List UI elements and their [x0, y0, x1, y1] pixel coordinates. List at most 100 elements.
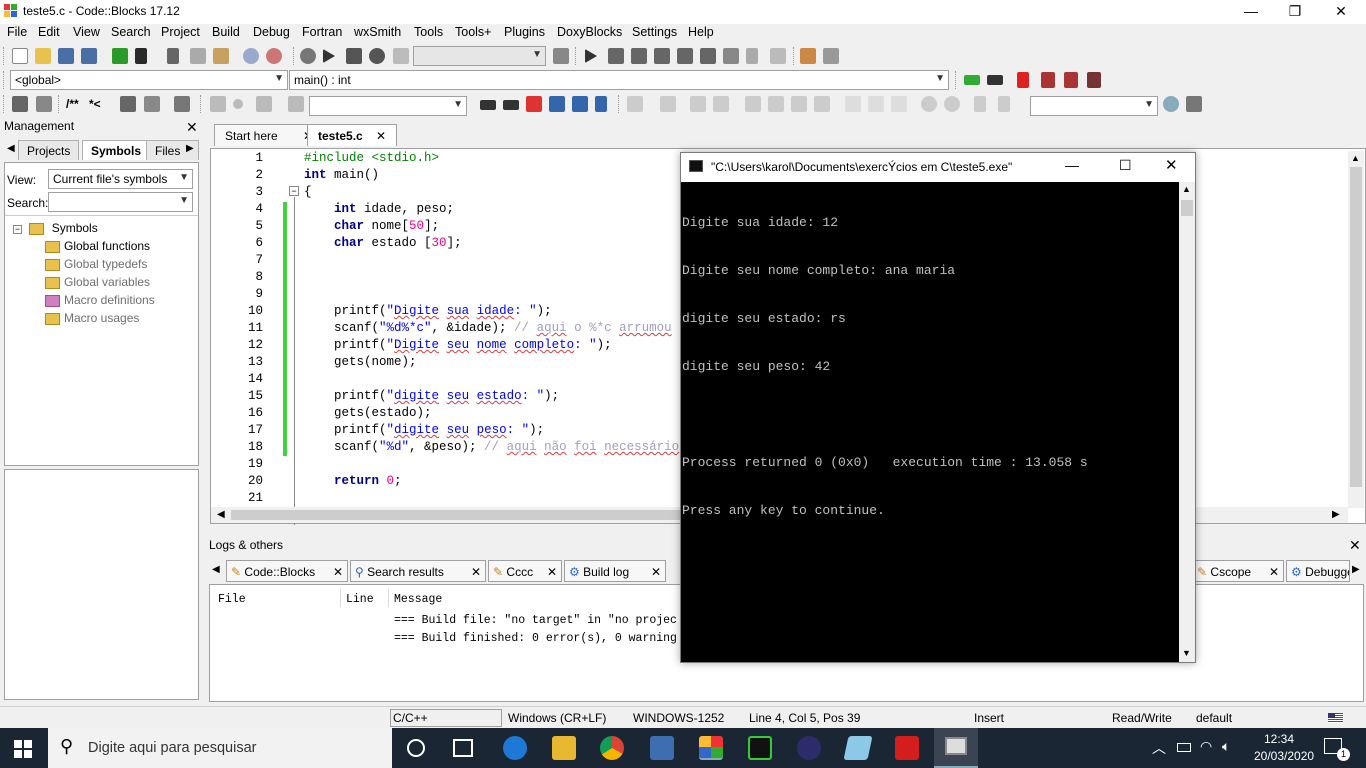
python-icon[interactable] [650, 736, 674, 760]
close-icon[interactable]: ✕ [1349, 537, 1361, 554]
chevron-up-icon[interactable]: ▲ [1351, 153, 1360, 163]
cut-icon[interactable] [167, 48, 179, 64]
close-icon[interactable]: ✕ [186, 119, 198, 136]
volume-icon[interactable]: 🔈︎ [1222, 738, 1230, 755]
menu-plugins[interactable]: Plugins [504, 25, 545, 39]
tab-cccc[interactable]: ✎ Cccc ✕ [488, 560, 562, 582]
menu-search[interactable]: Search [111, 25, 151, 39]
menu-view[interactable]: View [73, 25, 100, 39]
wifi-icon[interactable]: ◠ [1200, 738, 1212, 755]
various-info-icon[interactable] [823, 48, 839, 64]
chevron-left-icon[interactable]: ◀ [212, 564, 220, 575]
search-next-arrow-icon[interactable] [503, 100, 519, 110]
save-all-icon[interactable] [81, 48, 97, 64]
tab-codeblocks-log[interactable]: ✎ Code::Blocks ✕ [226, 560, 348, 582]
tree-item-macro-definitions[interactable]: Macro definitions [45, 293, 155, 311]
search-prev-arrow-icon[interactable] [480, 100, 496, 110]
file-explorer-icon[interactable] [552, 736, 576, 760]
next-bookmark-icon[interactable] [1064, 72, 1078, 88]
toolbar-grip[interactable] [955, 71, 958, 89]
redo-icon[interactable] [135, 48, 147, 64]
tab-teste5-c[interactable]: teste5.c ✕ [307, 124, 398, 146]
extract-docs-icon[interactable] [36, 96, 52, 112]
thread-search-options-icon[interactable] [1186, 96, 1202, 112]
toolbar-grip[interactable] [793, 47, 796, 65]
chrome-icon[interactable] [600, 736, 624, 760]
chevron-up-icon[interactable]: ︿ [1152, 738, 1166, 758]
jump-back-arrow-icon[interactable] [964, 75, 980, 85]
codeblocks-taskbar-icon[interactable] [699, 736, 723, 760]
function-select[interactable]: main() : int ▼ [289, 70, 949, 90]
column-message[interactable]: Message [394, 593, 442, 606]
rebuild-icon[interactable] [369, 48, 385, 64]
doxyblocks-config-icon[interactable] [174, 96, 190, 112]
tree-item-global-functions[interactable]: Global functions [45, 239, 150, 257]
notepad-icon[interactable] [843, 736, 873, 760]
clear-bookmarks-icon[interactable] [1087, 72, 1101, 88]
toolbar-grip[interactable] [58, 95, 61, 113]
thread-search-icon[interactable] [1163, 96, 1179, 112]
run-icon[interactable] [323, 49, 335, 63]
menu-tools[interactable]: Tools [414, 25, 443, 39]
previous-bookmark-icon[interactable] [1041, 72, 1055, 88]
incremental-search-input[interactable]: ▼ [309, 96, 467, 116]
block-comment-button[interactable]: /** [66, 97, 79, 111]
edge-browser-icon[interactable] [503, 736, 527, 760]
close-icon[interactable]: ✕ [471, 565, 481, 579]
paste-icon[interactable] [213, 48, 229, 64]
collapse-icon[interactable]: − [13, 225, 22, 234]
undo-icon[interactable] [112, 48, 128, 64]
run-html-icon[interactable] [120, 96, 136, 112]
toggle-bookmark-icon[interactable] [1017, 72, 1029, 88]
scrollbar-thumb[interactable] [1350, 167, 1362, 487]
scrollbar-thumb[interactable] [1181, 200, 1193, 216]
next-instruction-icon[interactable] [700, 48, 716, 64]
tab-cscope[interactable]: ✎ Cscope ✕ [1192, 560, 1284, 582]
task-view-icon[interactable] [453, 739, 473, 757]
tab-debugger[interactable]: ⚙ Debugge [1286, 560, 1350, 582]
tree-item-global-variables[interactable]: Global variables [45, 275, 150, 293]
editor-vertical-scrollbar[interactable]: ▲ [1348, 151, 1364, 508]
pause-icon[interactable] [746, 48, 758, 64]
tree-item-global-typedefs[interactable]: Global typedefs [45, 257, 147, 275]
close-icon[interactable]: ✕ [651, 565, 661, 579]
taskbar-search-box[interactable]: ⚲ Digite aqui para pesquisar [48, 728, 392, 768]
column-file[interactable]: File [218, 593, 246, 606]
pycharm-icon[interactable] [748, 736, 772, 760]
match-case-icon[interactable] [572, 96, 588, 112]
menu-fortran[interactable]: Fortran [302, 25, 342, 39]
highlight-icon[interactable] [526, 96, 542, 112]
menu-help[interactable]: Help [688, 25, 714, 39]
close-icon[interactable]: ✕ [333, 565, 343, 579]
chevron-right-icon[interactable]: ▶ [186, 143, 194, 154]
symbols-search-input[interactable]: ▼ [48, 192, 193, 212]
close-icon[interactable]: ✕ [376, 129, 386, 143]
thread-search-input[interactable]: ▼ [1030, 96, 1158, 116]
chevron-left-icon[interactable]: ◀ [7, 143, 15, 154]
eclipse-icon[interactable] [797, 736, 821, 760]
menu-edit[interactable]: Edit [38, 25, 60, 39]
scope-select[interactable]: <global> ▼ [10, 70, 288, 90]
tab-build-log[interactable]: ⚙ Build log ✕ [564, 560, 666, 582]
restore-button[interactable]: ❐ [1272, 0, 1318, 24]
debug-continue-icon[interactable] [585, 49, 597, 63]
toolbar-grip[interactable] [618, 95, 621, 113]
step-into-icon[interactable] [654, 48, 670, 64]
toolbar-grip[interactable] [3, 47, 6, 65]
jump-forward-arrow-icon[interactable] [987, 75, 1003, 85]
step-out-icon[interactable] [677, 48, 693, 64]
console-scrollbar[interactable]: ▲ ▼ [1179, 182, 1195, 662]
toolbar-grip[interactable] [3, 71, 6, 89]
run-chm-icon[interactable] [144, 96, 160, 112]
show-select-target-icon[interactable] [553, 48, 569, 64]
stop-debugger-icon[interactable] [770, 48, 786, 64]
line-comment-button[interactable]: *< [89, 97, 101, 111]
menu-file[interactable]: File [7, 25, 27, 39]
toolbar-grip[interactable] [293, 47, 296, 65]
console-minimize-button[interactable]: — [1065, 157, 1079, 173]
new-file-icon[interactable] [12, 48, 28, 64]
fold-collapse-icon[interactable]: − [289, 186, 299, 196]
close-icon[interactable]: ✕ [547, 565, 557, 579]
column-line[interactable]: Line [346, 593, 374, 606]
scrollbar-thumb[interactable] [231, 510, 681, 520]
